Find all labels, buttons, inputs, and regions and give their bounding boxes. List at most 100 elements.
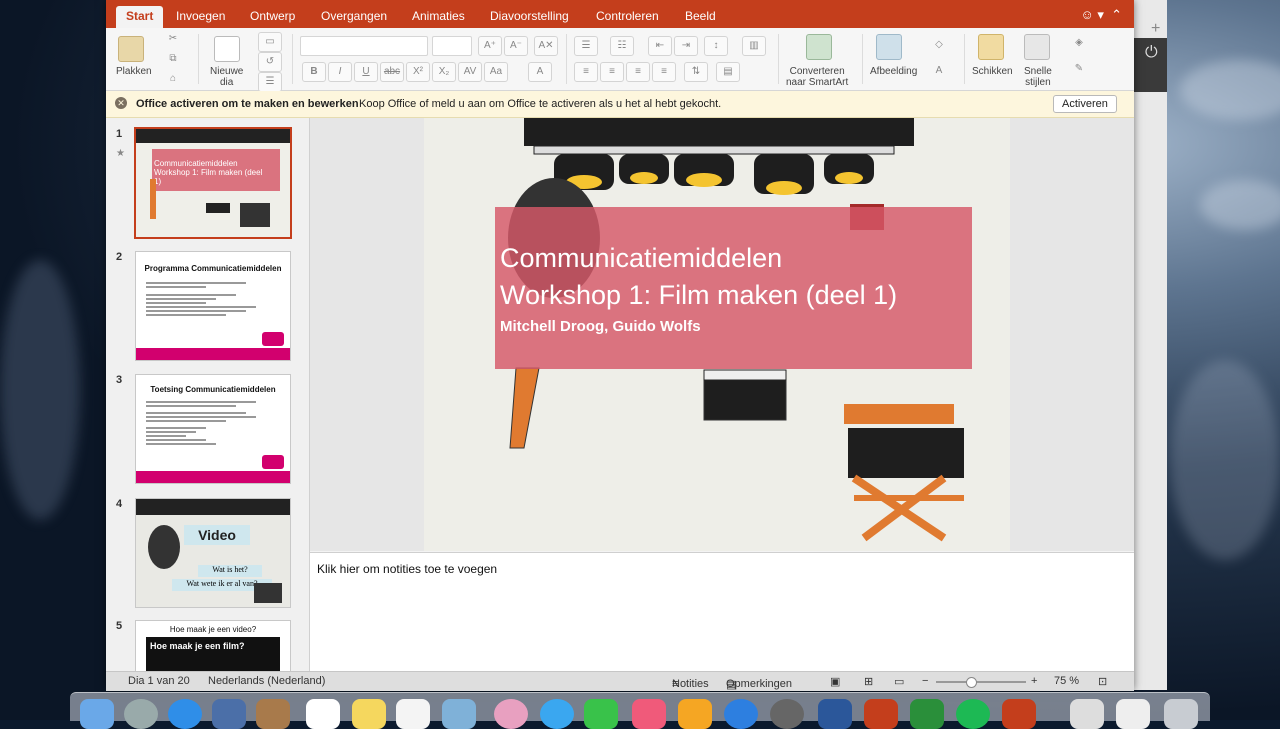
facetime-icon[interactable] xyxy=(584,699,618,729)
word-icon[interactable] xyxy=(818,699,852,729)
title-placeholder[interactable]: Communicatiemiddelen Workshop 1: Film ma… xyxy=(495,207,972,369)
slide-thumbnail-3[interactable]: Toetsing Communicatiemiddelen xyxy=(135,374,291,484)
underline-button[interactable]: U xyxy=(354,62,378,82)
photos-icon[interactable] xyxy=(494,699,528,729)
power-icon[interactable]: ⏻ xyxy=(1145,44,1158,62)
tab-controleren[interactable]: Controleren xyxy=(596,9,659,23)
slide-thumbnail-1[interactable]: Communicatiemiddelen Workshop 1: Film ma… xyxy=(134,127,292,239)
font-size-field[interactable] xyxy=(432,36,472,56)
quick-styles-label[interactable]: Snelle stijlen xyxy=(1024,66,1052,88)
notes-pane[interactable]: Klik hier om notities toe te voegen xyxy=(310,552,1134,672)
convert-smartart-label[interactable]: Converteren naar SmartArt xyxy=(786,66,848,88)
font-color-button[interactable]: A xyxy=(528,62,552,82)
excel-icon[interactable] xyxy=(910,699,944,729)
acrobat-icon[interactable] xyxy=(864,699,898,729)
powerpoint-icon[interactable] xyxy=(1002,699,1036,729)
line-spacing-icon[interactable]: ↕ xyxy=(704,36,728,56)
activate-button[interactable]: Activeren xyxy=(1053,95,1117,113)
zoom-in-button[interactable]: + xyxy=(1031,675,1037,687)
zoom-out-button[interactable]: − xyxy=(922,675,928,687)
justify-icon[interactable]: ≡ xyxy=(652,62,676,82)
documents-stack-icon[interactable] xyxy=(1116,699,1150,729)
copy-icon[interactable]: ⧉ xyxy=(162,50,184,68)
change-case-button[interactable]: Aa xyxy=(484,62,508,82)
notes-placeholder[interactable]: Klik hier om notities toe te voegen xyxy=(317,562,497,576)
text-direction-icon[interactable]: ⇅ xyxy=(684,62,708,82)
music-icon[interactable] xyxy=(632,699,666,729)
tab-start[interactable]: Start xyxy=(116,6,164,29)
align-right-icon[interactable]: ≡ xyxy=(626,62,650,82)
app-store-icon[interactable] xyxy=(724,699,758,729)
slide-thumbnail-2[interactable]: Programma Communicatiemiddelen xyxy=(135,251,291,361)
paste-label[interactable]: Plakken xyxy=(116,66,152,77)
zoom-level[interactable]: 75 % xyxy=(1054,675,1079,687)
decrease-indent-icon[interactable]: ⇤ xyxy=(648,36,672,56)
close-icon[interactable]: ✕ xyxy=(115,97,127,109)
reset-icon[interactable]: ↺ xyxy=(258,52,282,72)
arrange-icon[interactable] xyxy=(978,34,1004,60)
finder-icon[interactable] xyxy=(80,699,114,729)
paste-icon[interactable] xyxy=(118,36,144,62)
shapes-icon[interactable]: ◇ xyxy=(928,36,950,54)
shape-outline-icon[interactable]: ✎ xyxy=(1068,60,1090,78)
subscript-button[interactable]: X₂ xyxy=(432,62,456,82)
arrange-label[interactable]: Schikken xyxy=(972,66,1013,77)
superscript-button[interactable]: X² xyxy=(406,62,430,82)
preview-icon[interactable] xyxy=(442,699,476,729)
strikethrough-button[interactable]: abc xyxy=(380,62,404,82)
notes-app-icon[interactable] xyxy=(352,699,386,729)
tab-invoegen[interactable]: Invoegen xyxy=(176,9,225,23)
tab-diavoorstelling[interactable]: Diavoorstelling xyxy=(490,9,569,23)
language-indicator[interactable]: Nederlands (Nederland) xyxy=(208,675,325,687)
smartart-icon[interactable] xyxy=(806,34,832,60)
shape-fill-icon[interactable]: ◈ xyxy=(1068,34,1090,52)
mail-icon[interactable] xyxy=(212,699,246,729)
picture-label[interactable]: Afbeelding xyxy=(870,66,917,77)
messages-icon[interactable] xyxy=(540,699,574,729)
trash-icon[interactable] xyxy=(1164,699,1198,729)
align-text-icon[interactable]: ▤ xyxy=(716,62,740,82)
contacts-icon[interactable] xyxy=(256,699,290,729)
cut-icon[interactable]: ✂ xyxy=(162,30,184,48)
char-spacing-button[interactable]: AV xyxy=(458,62,482,82)
format-painter-icon[interactable]: ⌂ xyxy=(162,70,184,88)
slide-thumbnail-5[interactable]: Hoe maak je een video? Hoe maak je een f… xyxy=(135,620,291,671)
bullets-icon[interactable]: ☰ xyxy=(574,36,598,56)
launchpad-icon[interactable] xyxy=(124,699,158,729)
downloads-stack-icon[interactable] xyxy=(1070,699,1104,729)
tab-ontwerp[interactable]: Ontwerp xyxy=(250,9,295,23)
picture-icon[interactable] xyxy=(876,34,902,60)
new-slide-icon[interactable] xyxy=(214,36,240,62)
section-icon[interactable]: ☰ xyxy=(258,72,282,92)
reminders-icon[interactable] xyxy=(396,699,430,729)
current-slide[interactable]: Communicatiemiddelen Workshop 1: Film ma… xyxy=(424,118,1010,551)
zoom-slider[interactable] xyxy=(936,677,1026,688)
slide-sorter-icon[interactable]: ⊞ xyxy=(864,675,873,688)
bold-button[interactable]: B xyxy=(302,62,326,82)
feedback-smiley-icon[interactable]: ☺ ▾ ⌃ xyxy=(1080,7,1122,23)
fit-to-window-icon[interactable]: ⊡ xyxy=(1098,675,1107,688)
textbox-icon[interactable]: A xyxy=(928,62,950,80)
quick-styles-icon[interactable] xyxy=(1024,34,1050,60)
grow-font-icon[interactable]: A⁺ xyxy=(478,36,502,56)
books-icon[interactable] xyxy=(678,699,712,729)
columns-icon[interactable]: ▥ xyxy=(742,36,766,56)
align-center-icon[interactable]: ≡ xyxy=(600,62,624,82)
safari-icon[interactable] xyxy=(168,699,202,729)
layout-icon[interactable]: ▭ xyxy=(258,32,282,52)
clear-format-icon[interactable]: A✕ xyxy=(534,36,558,56)
align-left-icon[interactable]: ≡ xyxy=(574,62,598,82)
numbering-icon[interactable]: ☷ xyxy=(610,36,634,56)
tab-animaties[interactable]: Animaties xyxy=(412,9,465,23)
font-family-field[interactable] xyxy=(300,36,428,56)
increase-indent-icon[interactable]: ⇥ xyxy=(674,36,698,56)
plus-icon[interactable]: + xyxy=(1151,20,1160,38)
system-preferences-icon[interactable] xyxy=(770,699,804,729)
tab-beeld[interactable]: Beeld xyxy=(685,9,716,23)
new-slide-label[interactable]: Nieuwe dia xyxy=(210,66,243,88)
shrink-font-icon[interactable]: A⁻ xyxy=(504,36,528,56)
tab-overgangen[interactable]: Overgangen xyxy=(321,9,387,23)
spotify-icon[interactable] xyxy=(956,699,990,729)
italic-button[interactable]: I xyxy=(328,62,352,82)
slide-thumbnail-4[interactable]: Video Wat is het? Wat wete ik er al van? xyxy=(135,498,291,608)
